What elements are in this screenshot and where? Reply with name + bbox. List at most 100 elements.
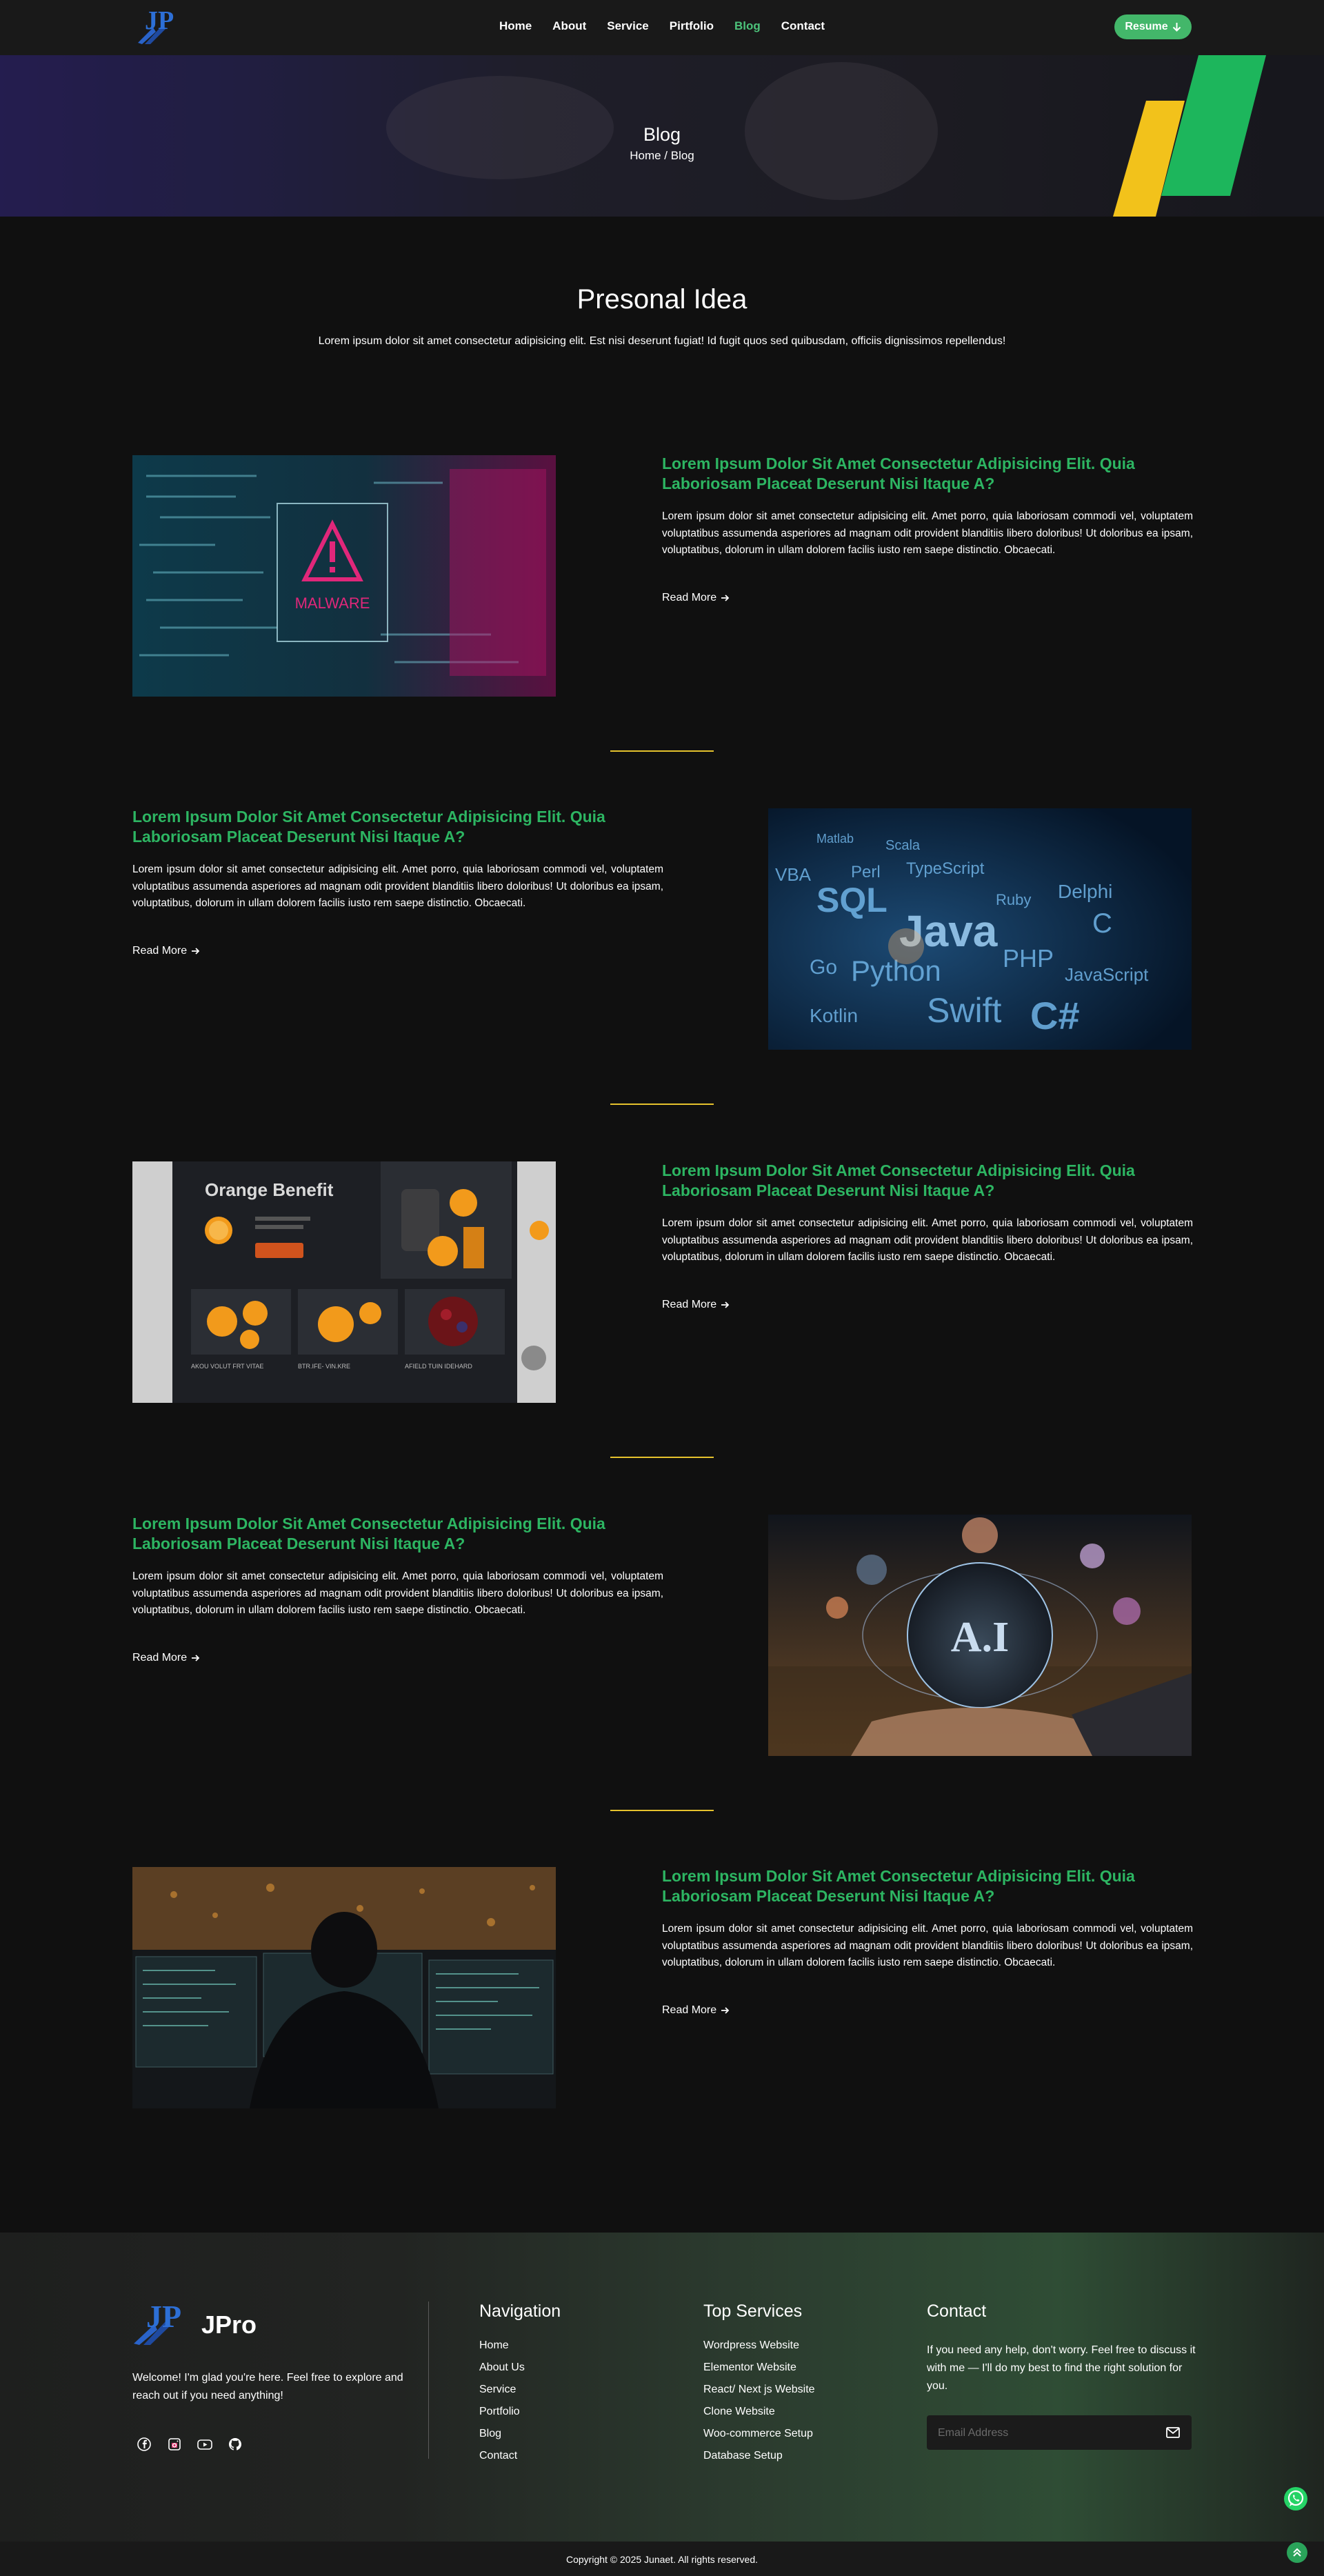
footer-navigation-list: Home About Us Service Portfolio Blog Con… bbox=[479, 2339, 525, 2472]
programmer-illustration bbox=[132, 1867, 556, 2108]
read-more-link[interactable]: Read More bbox=[132, 945, 200, 957]
footer-nav-contact[interactable]: Contact bbox=[479, 2450, 525, 2472]
nav-service[interactable]: Service bbox=[607, 19, 649, 33]
post-image-languages[interactable]: Matlab Scala VBA Perl TypeScript SQL Rub… bbox=[768, 808, 1192, 1050]
ai-illustration: A.I bbox=[768, 1515, 1192, 1756]
svg-text:VBA: VBA bbox=[775, 864, 812, 885]
svg-text:TypeScript: TypeScript bbox=[906, 859, 985, 878]
svg-text:Delphi: Delphi bbox=[1058, 881, 1112, 902]
nav-about[interactable]: About bbox=[552, 19, 586, 33]
footer-jp-logo[interactable]: JP bbox=[131, 2297, 188, 2346]
svg-text:Kotlin: Kotlin bbox=[810, 1005, 858, 1026]
footer-divider bbox=[428, 2302, 429, 2459]
scroll-to-top-button[interactable] bbox=[1287, 2542, 1307, 2563]
post-image-malware[interactable]: MALWARE bbox=[132, 455, 556, 697]
nav-portfolio[interactable]: Pirtfolio bbox=[670, 19, 714, 33]
post-title[interactable]: Lorem Ipsum Dolor Sit Amet Consectetur A… bbox=[132, 1514, 663, 1554]
post-title[interactable]: Lorem Ipsum Dolor Sit Amet Consectetur A… bbox=[662, 1866, 1193, 1906]
svg-text:Ruby: Ruby bbox=[996, 891, 1031, 908]
footer-services-title: Top Services bbox=[703, 2302, 803, 2321]
read-more-label: Read More bbox=[662, 2004, 717, 2016]
footer-services-list: Wordpress Website Elementor Website Reac… bbox=[703, 2339, 815, 2472]
svg-text:Swift: Swift bbox=[927, 991, 1001, 1030]
footer-nav-home[interactable]: Home bbox=[479, 2339, 525, 2362]
footer-service-item[interactable]: Woo-commerce Setup bbox=[703, 2428, 815, 2450]
read-more-label: Read More bbox=[662, 1299, 717, 1310]
post-divider bbox=[610, 1810, 714, 1811]
read-more-link[interactable]: Read More bbox=[662, 2004, 730, 2017]
post-divider bbox=[610, 750, 714, 752]
arrow-right-icon bbox=[721, 1301, 730, 1308]
footer-nav-about[interactable]: About Us bbox=[479, 2362, 525, 2384]
arrow-right-icon bbox=[721, 595, 730, 601]
footer-service-item[interactable]: Database Setup bbox=[703, 2450, 815, 2472]
footer-contact-text: If you need any help, don't worry. Feel … bbox=[927, 2344, 1196, 2392]
arrow-right-icon bbox=[192, 1655, 200, 1661]
post-divider bbox=[610, 1104, 714, 1105]
svg-text:JP: JP bbox=[146, 2299, 181, 2334]
read-more-link[interactable]: Read More bbox=[662, 592, 730, 604]
svg-text:Matlab: Matlab bbox=[816, 832, 854, 846]
footer-service-item[interactable]: Elementor Website bbox=[703, 2362, 815, 2384]
svg-text:BTR.IFE- VIN.KRE: BTR.IFE- VIN.KRE bbox=[298, 1363, 350, 1370]
arrow-right-icon bbox=[721, 2007, 730, 2014]
footer-service-item[interactable]: Wordpress Website bbox=[703, 2339, 815, 2362]
footer-welcome-text: Welcome! I'm glad you're here. Feel free… bbox=[132, 2372, 403, 2402]
svg-text:Scala: Scala bbox=[885, 838, 921, 853]
youtube-icon[interactable] bbox=[197, 2436, 213, 2453]
nav-home[interactable]: Home bbox=[499, 19, 532, 33]
svg-text:C: C bbox=[1092, 908, 1112, 939]
post-image-orange-benefit[interactable]: Orange Benefit AKOU VOLUT FRT VITAE BTR.… bbox=[132, 1161, 556, 1403]
section-subtitle: Lorem ipsum dolor sit amet consectetur a… bbox=[318, 335, 1006, 347]
facebook-icon[interactable] bbox=[136, 2436, 152, 2453]
copyright-text: Copyright © 2025 Junaet. All rights rese… bbox=[565, 2554, 759, 2565]
post-title[interactable]: Lorem Ipsum Dolor Sit Amet Consectetur A… bbox=[662, 454, 1193, 494]
arrow-down-icon bbox=[1172, 23, 1181, 32]
footer-brand: JPro bbox=[201, 2310, 257, 2339]
post-excerpt: Lorem ipsum dolor sit amet consectetur a… bbox=[662, 1923, 1193, 1968]
newsletter-form bbox=[927, 2415, 1192, 2451]
read-more-label: Read More bbox=[662, 592, 717, 603]
malware-label: MALWARE bbox=[295, 595, 370, 612]
ai-label: A.I bbox=[951, 1614, 1009, 1661]
svg-text:SQL: SQL bbox=[816, 881, 887, 919]
footer-contact-title: Contact bbox=[927, 2302, 987, 2321]
read-more-link[interactable]: Read More bbox=[132, 1652, 200, 1664]
svg-text:Perl: Perl bbox=[851, 863, 881, 881]
svg-text:JavaScript: JavaScript bbox=[1065, 964, 1149, 985]
instagram-icon[interactable] bbox=[166, 2436, 183, 2453]
post-title[interactable]: Lorem Ipsum Dolor Sit Amet Consectetur A… bbox=[662, 1161, 1193, 1201]
read-more-label: Read More bbox=[132, 945, 188, 957]
footer-service-item[interactable]: React/ Next js Website bbox=[703, 2384, 815, 2406]
orange-benefit-illustration: Orange Benefit AKOU VOLUT FRT VITAE BTR.… bbox=[132, 1161, 556, 1403]
resume-button[interactable]: Resume bbox=[1114, 14, 1192, 39]
read-more-link[interactable]: Read More bbox=[662, 1299, 730, 1311]
nav-contact[interactable]: Contact bbox=[781, 19, 825, 33]
email-input[interactable] bbox=[936, 2415, 1160, 2451]
footer-service-item[interactable]: Clone Website bbox=[703, 2406, 815, 2428]
post-image-programmer[interactable] bbox=[132, 1867, 556, 2108]
footer-nav-portfolio[interactable]: Portfolio bbox=[479, 2406, 525, 2428]
post-excerpt: Lorem ipsum dolor sit amet consectetur a… bbox=[662, 1217, 1193, 1263]
orange-benefit-heading: Orange Benefit bbox=[205, 1179, 334, 1200]
svg-text:AFIELD TUIN IDEHARD: AFIELD TUIN IDEHARD bbox=[405, 1363, 472, 1370]
post-image-ai[interactable]: A.I bbox=[768, 1515, 1192, 1756]
whatsapp-icon[interactable] bbox=[1283, 2486, 1309, 2512]
post-excerpt: Lorem ipsum dolor sit amet consectetur a… bbox=[662, 510, 1193, 556]
double-chevron-up-icon bbox=[1293, 2548, 1301, 2557]
section-title: Presonal Idea bbox=[576, 284, 748, 314]
nav-blog[interactable]: Blog bbox=[734, 19, 761, 33]
malware-illustration: MALWARE bbox=[132, 455, 556, 697]
svg-text:Go: Go bbox=[810, 956, 837, 979]
mail-send-icon[interactable] bbox=[1165, 2426, 1181, 2439]
github-icon[interactable] bbox=[227, 2436, 243, 2453]
arrow-right-icon bbox=[192, 948, 200, 955]
post-title[interactable]: Lorem Ipsum Dolor Sit Amet Consectetur A… bbox=[132, 807, 663, 847]
footer-nav-blog[interactable]: Blog bbox=[479, 2428, 525, 2450]
svg-text:AKOU VOLUT FRT VITAE: AKOU VOLUT FRT VITAE bbox=[191, 1363, 263, 1370]
footer-nav-service[interactable]: Service bbox=[479, 2384, 525, 2406]
banner-stripes-graphic bbox=[1113, 55, 1266, 217]
post-excerpt: Lorem ipsum dolor sit amet consectetur a… bbox=[132, 863, 663, 909]
post-divider bbox=[610, 1457, 714, 1458]
languages-illustration: Matlab Scala VBA Perl TypeScript SQL Rub… bbox=[768, 808, 1192, 1050]
